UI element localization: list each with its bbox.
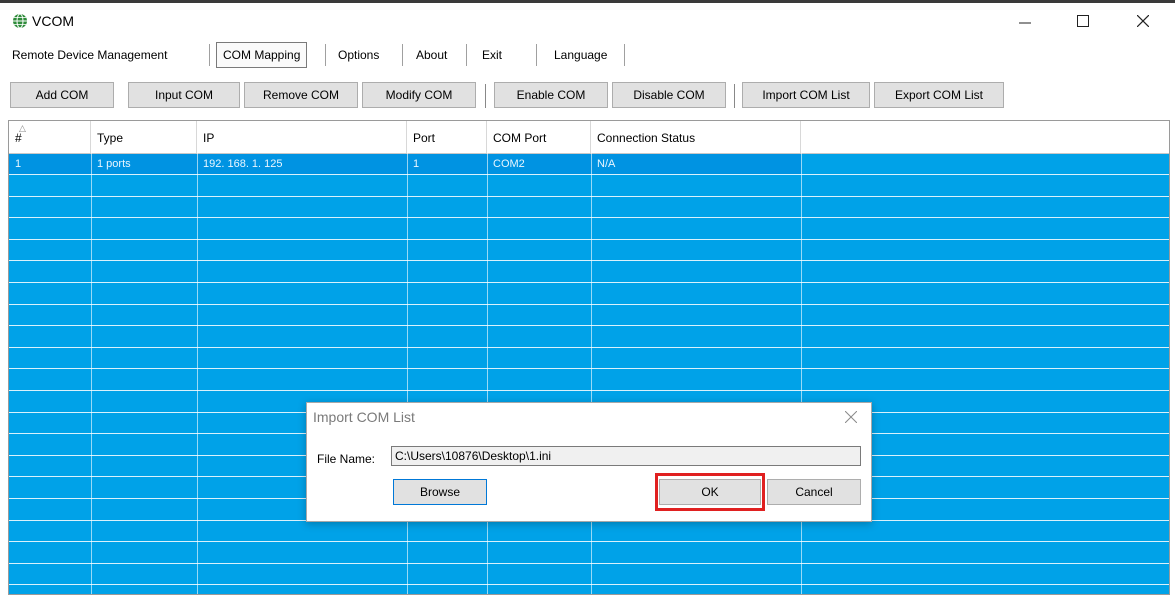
menu-separator bbox=[325, 44, 326, 66]
toolbar: Add COM Input COM Remove COM Modify COM … bbox=[0, 78, 1175, 112]
column-label: IP bbox=[203, 131, 215, 145]
ok-highlight-box bbox=[655, 473, 765, 511]
import-com-list-button[interactable]: Import COM List bbox=[742, 82, 870, 108]
toolbar-separator bbox=[734, 84, 735, 108]
close-icon bbox=[844, 410, 858, 424]
close-icon bbox=[1137, 15, 1149, 27]
dialog-close-button[interactable] bbox=[844, 410, 858, 426]
minimize-icon bbox=[1019, 22, 1031, 24]
column-label: Port bbox=[413, 131, 436, 145]
cell-connection-status: N/A bbox=[597, 158, 616, 170]
column-header-index[interactable]: △ # bbox=[9, 121, 91, 153]
close-window-button[interactable] bbox=[1120, 6, 1166, 36]
column-header-ip[interactable]: IP bbox=[197, 121, 407, 153]
menu-separator bbox=[536, 44, 537, 66]
cell-port: 1 bbox=[413, 158, 420, 170]
maximize-button[interactable] bbox=[1060, 6, 1106, 36]
menu-language[interactable]: Language bbox=[552, 42, 609, 68]
menu-separator bbox=[624, 44, 625, 66]
column-label: Type bbox=[97, 131, 124, 145]
window-title: VCOM bbox=[32, 13, 74, 29]
enable-com-button[interactable]: Enable COM bbox=[494, 82, 608, 108]
menu-separator bbox=[402, 44, 403, 66]
menu-separator bbox=[209, 44, 210, 66]
menu-remote-device-management[interactable]: Remote Device Management bbox=[10, 42, 169, 68]
menu-options[interactable]: Options bbox=[336, 42, 381, 68]
menu-about[interactable]: About bbox=[414, 42, 449, 68]
column-label: # bbox=[15, 131, 22, 145]
toolbar-separator bbox=[485, 84, 486, 108]
column-header-type[interactable]: Type bbox=[91, 121, 197, 153]
com-mapping-table[interactable]: △ # Type IP Port COM Port Connection Sta… bbox=[8, 120, 1170, 595]
cell-type: 1 ports bbox=[97, 158, 131, 170]
column-header-connection-status[interactable]: Connection Status bbox=[591, 121, 801, 153]
maximize-icon bbox=[1077, 15, 1089, 27]
export-com-list-button[interactable]: Export COM List bbox=[874, 82, 1004, 108]
sort-arrow-icon: △ bbox=[19, 123, 26, 133]
menu-bar: Remote Device Management COM Mapping Opt… bbox=[0, 38, 1175, 70]
menu-exit[interactable]: Exit bbox=[480, 42, 504, 68]
cancel-button[interactable]: Cancel bbox=[767, 479, 861, 505]
column-label: Connection Status bbox=[597, 131, 696, 145]
globe-network-icon bbox=[13, 13, 27, 29]
add-com-button[interactable]: Add COM bbox=[10, 82, 114, 108]
cell-index: 1 bbox=[15, 158, 22, 170]
file-name-label: File Name: bbox=[317, 452, 376, 466]
disable-com-button[interactable]: Disable COM bbox=[612, 82, 726, 108]
column-header-com-port[interactable]: COM Port bbox=[487, 121, 591, 153]
minimize-button[interactable] bbox=[1002, 6, 1048, 36]
remove-com-button[interactable]: Remove COM bbox=[244, 82, 358, 108]
table-header: △ # Type IP Port COM Port Connection Sta… bbox=[9, 121, 1169, 154]
browse-button[interactable]: Browse bbox=[393, 479, 487, 505]
dialog-title: Import COM List bbox=[313, 409, 415, 425]
input-com-button[interactable]: Input COM bbox=[128, 82, 240, 108]
column-header-port[interactable]: Port bbox=[407, 121, 487, 153]
cell-com-port: COM2 bbox=[493, 158, 525, 170]
import-com-list-dialog: Import COM List File Name: Browse OK Can… bbox=[306, 402, 872, 522]
menu-com-mapping[interactable]: COM Mapping bbox=[216, 42, 308, 68]
menu-separator bbox=[466, 44, 467, 66]
file-name-input[interactable] bbox=[391, 446, 861, 466]
cell-ip: 192. 168. 1. 125 bbox=[203, 158, 283, 170]
column-label: COM Port bbox=[493, 131, 547, 145]
modify-com-button[interactable]: Modify COM bbox=[362, 82, 476, 108]
title-bar: VCOM bbox=[0, 3, 1175, 36]
